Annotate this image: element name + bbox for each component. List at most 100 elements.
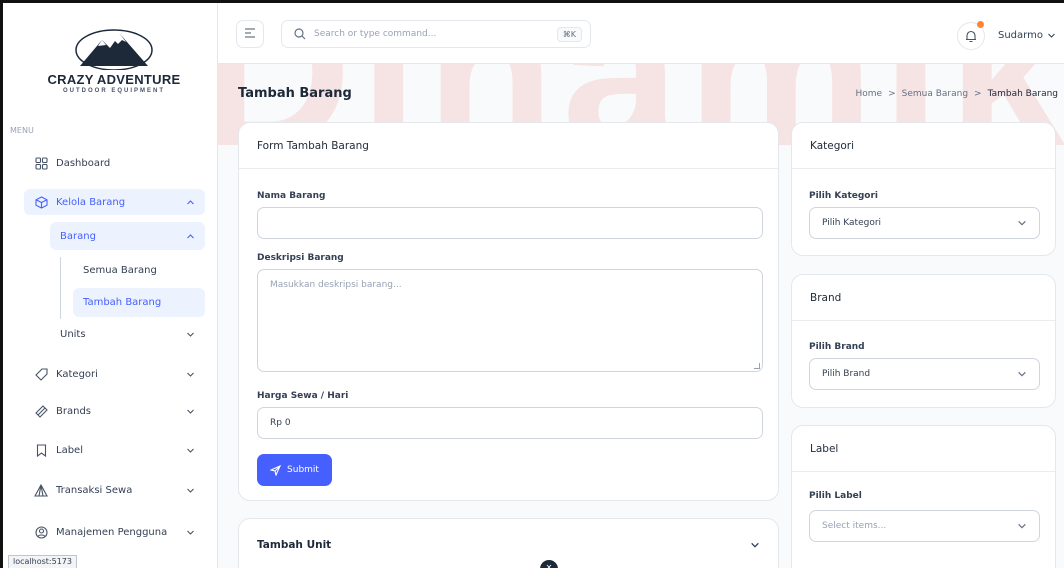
card-title: Form Tambah Barang (239, 123, 778, 169)
logo-name: CRAZY ADVENTURE (47, 72, 181, 87)
deskripsi-placeholder: Masukkan deskripsi barang... (270, 280, 402, 290)
tent-icon (34, 483, 48, 497)
sidebar-item-manajemen-pengguna[interactable]: Manajemen Pengguna (24, 519, 205, 545)
bookmark-icon (34, 443, 48, 457)
harga-sewa-input[interactable]: Rp 0 (257, 407, 763, 439)
nama-barang-label: Nama Barang (257, 191, 326, 201)
pilih-brand-label: Pilih Brand (809, 342, 865, 352)
sidebar-item-label: Transaksi Sewa (56, 484, 133, 496)
logo[interactable]: CRAZY ADVENTURE OUTDOOR EQUIPMENT (44, 26, 184, 104)
kategori-select[interactable]: Pilih Kategori (809, 207, 1040, 239)
sidebar-item-label: Tambah Barang (83, 297, 162, 308)
label-placeholder: Select items... (822, 521, 887, 531)
sidebar-item-dashboard[interactable]: Dashboard (24, 150, 205, 176)
sidebar-item-label: Manajemen Pengguna (56, 526, 168, 538)
status-bar-url: localhost:5173 (8, 555, 77, 568)
label-multiselect[interactable]: Select items... (809, 510, 1040, 542)
sidebar-item-label: Dashboard (56, 157, 111, 169)
notification-dot (977, 21, 984, 28)
card-title: Kategori (792, 123, 1055, 169)
pilih-label-label: Pilih Label (809, 491, 862, 501)
brand-icon (34, 404, 48, 418)
breadcrumb: Home > Semua Barang > Tambah Barang (856, 89, 1059, 99)
user-menu[interactable]: Sudarmo (998, 30, 1056, 41)
shortcut-badge: ⌘K (556, 26, 582, 42)
tag-icon (34, 367, 48, 381)
deskripsi-barang-textarea[interactable]: Masukkan deskripsi barang... (257, 269, 763, 372)
chevron-down-icon (185, 485, 195, 495)
sidebar-item-label: Semua Barang (83, 265, 157, 276)
sidebar-item-brands[interactable]: Brands (24, 398, 205, 424)
search-icon (294, 28, 306, 40)
chevron-down-icon (1017, 369, 1027, 379)
form-card: Form Tambah Barang Nama Barang Deskripsi… (238, 122, 779, 501)
breadcrumb-current: Tambah Barang (987, 89, 1058, 99)
page-title: Tambah Barang (238, 86, 352, 101)
chevron-down-icon (1017, 521, 1027, 531)
bell-icon (965, 30, 977, 43)
tree-line (60, 257, 61, 319)
tambah-unit-card[interactable]: Tambah Unit (238, 518, 779, 568)
chevron-down-icon (185, 406, 195, 416)
sidebar-item-kelola-barang[interactable]: Kelola Barang (24, 189, 205, 215)
sidebar-item-label: Kelola Barang (56, 196, 126, 208)
sidebar-subitem-barang[interactable]: Barang (50, 222, 205, 250)
sidebar: CRAZY ADVENTURE OUTDOOR EQUIPMENT MENU D… (0, 0, 218, 568)
topbar: ⌘K Sudarmo (218, 0, 1064, 64)
logo-subtitle: OUTDOOR EQUIPMENT (62, 88, 165, 94)
label-card: Label Pilih Label Select items... (791, 425, 1056, 568)
chevron-up-icon (186, 232, 195, 241)
window-frame-top (0, 0, 1064, 3)
notification-button[interactable] (957, 21, 985, 50)
chevron-down-icon (750, 540, 760, 550)
chevron-down-icon (1017, 218, 1027, 228)
kategori-card: Kategori Pilih Kategori Pilih Kategori (791, 122, 1056, 256)
nama-barang-input[interactable] (257, 207, 763, 239)
chevron-down-icon (185, 369, 195, 379)
tambah-unit-title: Tambah Unit (257, 539, 332, 551)
sidebar-item-label: Kategori (56, 368, 98, 380)
chevron-up-icon (185, 197, 195, 207)
sidebar-subitem-tambah-barang[interactable]: Tambah Barang (73, 288, 205, 317)
user-name: Sudarmo (998, 30, 1043, 41)
page-header: Tambah Barang Home > Semua Barang > Tamb… (238, 86, 1058, 106)
mountain-logo-icon (75, 29, 153, 70)
brand-card: Brand Pilih Brand Pilih Brand (791, 274, 1056, 408)
card-title: Brand (792, 275, 1055, 321)
chevron-right-icon: > (974, 89, 982, 99)
deskripsi-barang-label: Deskripsi Barang (257, 253, 344, 263)
sidebar-item-transaksi-sewa[interactable]: Transaksi Sewa (24, 477, 205, 503)
chevron-down-icon (185, 445, 195, 455)
box-icon (34, 195, 48, 209)
kategori-selected: Pilih Kategori (822, 218, 882, 228)
sidebar-subitem-units[interactable]: Units (50, 320, 205, 348)
close-icon: ✕ (545, 563, 553, 568)
chevron-down-icon (1047, 31, 1056, 40)
sidebar-item-label: Barang (60, 230, 96, 242)
pilih-kategori-label: Pilih Kategori (809, 191, 878, 201)
sidebar-item-text: Label (56, 444, 83, 456)
breadcrumb-semua-barang[interactable]: Semua Barang (902, 89, 968, 99)
brand-selected: Pilih Brand (822, 369, 871, 379)
sidebar-item-label[interactable]: Label (24, 437, 205, 463)
chevron-right-icon: > (888, 89, 896, 99)
menu-title: MENU (10, 126, 34, 135)
grid-icon (34, 156, 48, 170)
sidebar-item-label: Units (60, 328, 86, 340)
submit-button[interactable]: Submit (257, 454, 332, 486)
sidebar-toggle-button[interactable] (236, 20, 264, 48)
harga-sewa-label: Harga Sewa / Hari (257, 391, 349, 401)
sidebar-item-label: Brands (56, 405, 91, 417)
resize-handle[interactable] (754, 363, 760, 369)
chevron-down-icon (185, 527, 195, 537)
breadcrumb-home[interactable]: Home (856, 89, 883, 99)
search-input[interactable] (314, 29, 557, 39)
submit-label: Submit (287, 465, 319, 475)
sidebar-subitem-semua-barang[interactable]: Semua Barang (73, 256, 205, 285)
card-title: Label (792, 426, 1055, 472)
sidebar-item-kategori[interactable]: Kategori (24, 361, 205, 387)
user-circle-icon (34, 525, 48, 539)
menu-icon (244, 27, 256, 41)
send-icon (270, 464, 282, 476)
brand-select[interactable]: Pilih Brand (809, 358, 1040, 390)
